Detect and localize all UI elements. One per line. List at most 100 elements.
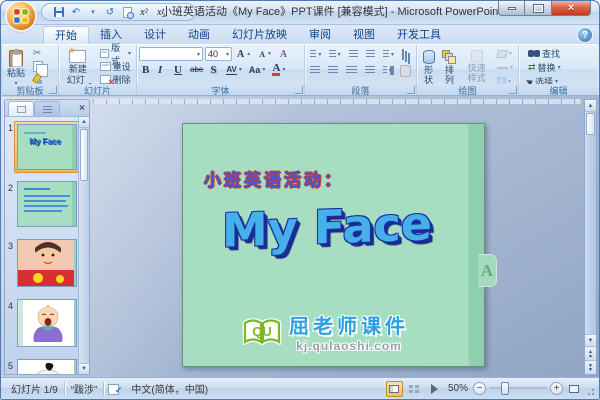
font-size-combo[interactable]: 40 ▾ (205, 47, 232, 61)
panel-scroll-down-button[interactable]: ▼ (79, 363, 89, 374)
panel-scrollbar[interactable]: ▲ ▼ (78, 117, 89, 374)
font-dialog-launcher[interactable] (295, 86, 303, 94)
font-color-button[interactable]: A ▾ (269, 62, 288, 76)
align-right-button[interactable] (343, 64, 359, 77)
crying-baby-thumbnail (18, 300, 76, 346)
clipboard-dialog-launcher[interactable] (49, 86, 57, 94)
zoom-out-button[interactable]: − (473, 382, 486, 395)
panel-scroll-thumb[interactable] (80, 129, 88, 181)
shrink-font-button[interactable]: A ▼ (256, 48, 275, 61)
minimize-button[interactable] (498, 1, 525, 16)
underline-button[interactable]: U (171, 63, 186, 76)
smartart-button[interactable] (397, 64, 414, 77)
panel-tabs: × (5, 100, 89, 117)
resize-grip[interactable] (585, 382, 595, 396)
panel-close-button[interactable]: × (79, 103, 85, 114)
superscript-button[interactable]: x² (136, 5, 152, 20)
restore-button[interactable] (525, 1, 551, 16)
thumbnail-row-5: 5 (5, 359, 78, 374)
language-indicator[interactable]: 中文(简体，中国) (125, 381, 214, 396)
editing-group-label: 编辑 (519, 84, 598, 96)
tab-home[interactable]: 开始 (43, 26, 89, 44)
bullets-button[interactable]: ▾ (307, 48, 324, 61)
tab-view[interactable]: 视图 (342, 26, 386, 44)
arrange-label: 排列 (444, 65, 454, 85)
print-preview-button[interactable] (119, 5, 135, 20)
spellcheck-icon[interactable] (108, 383, 122, 396)
strikethrough-button[interactable]: abe (187, 63, 206, 76)
scroll-thumb[interactable] (586, 113, 595, 135)
save-button[interactable] (51, 5, 67, 20)
previous-slide-button[interactable]: ▲ ▲ (585, 346, 596, 360)
font-name-combo[interactable]: ▾ (139, 47, 203, 61)
clear-formatting-button[interactable]: A (277, 48, 292, 61)
next-slide-button[interactable]: ▼ ▼ (585, 360, 596, 374)
tab-design[interactable]: 设计 (133, 26, 177, 44)
undo-button[interactable]: ↶ (68, 5, 84, 20)
normal-view-button[interactable] (385, 380, 403, 397)
slide-canvas[interactable]: A 小班英语活动： My Face QU 屈老师课件 kj.qulaoshi.c… (182, 123, 497, 367)
justify-button[interactable] (362, 64, 378, 77)
increase-indent-button[interactable] (363, 48, 378, 61)
fit-to-window-button[interactable] (566, 382, 582, 396)
close-button[interactable]: × (551, 1, 591, 16)
line-spacing-button[interactable]: ▾ (380, 48, 397, 61)
find-icon (528, 49, 540, 58)
slide-3-thumbnail[interactable] (17, 239, 77, 287)
theme-name[interactable]: “跋涉” (65, 381, 104, 396)
tab-developer[interactable]: 开发工具 (386, 26, 452, 44)
tab-outline[interactable] (34, 101, 60, 116)
redo-button[interactable]: ↺ (102, 5, 118, 20)
slide-subtitle[interactable]: 小班英语活动： (204, 166, 344, 191)
grow-font-button[interactable]: A ▲ (234, 48, 254, 61)
new-slide-icon (68, 46, 87, 63)
zoom-slider-track[interactable] (489, 382, 547, 395)
change-case-button[interactable]: Aa ▾ (246, 63, 269, 76)
slide-5-thumbnail[interactable] (17, 359, 77, 374)
slide-4-thumbnail[interactable] (17, 299, 77, 347)
zoom-level[interactable]: 50% (448, 383, 468, 394)
align-left-button[interactable] (307, 64, 323, 77)
undo-dropdown[interactable]: ▾ (85, 5, 101, 20)
shape-fill-button[interactable]: ▾ (494, 47, 516, 60)
align-center-button[interactable] (325, 64, 341, 77)
office-button[interactable] (7, 2, 35, 30)
reset-button[interactable]: 重设 (97, 60, 134, 73)
numbering-button[interactable]: ▾ (326, 48, 343, 61)
columns-button[interactable]: ▾ (380, 64, 395, 77)
text-shadow-button[interactable]: S (207, 63, 222, 76)
slide-2-thumbnail[interactable] (17, 181, 77, 227)
scroll-down-button[interactable]: ▼ (585, 334, 596, 346)
clear-formatting-icon: A (279, 48, 288, 60)
zoom-slider-thumb[interactable] (501, 382, 509, 395)
copy-button[interactable] (30, 60, 49, 77)
tab-review[interactable]: 审阅 (298, 26, 342, 44)
panel-scroll-up-button[interactable]: ▲ (79, 117, 89, 128)
shape-outline-button[interactable]: ▾ (494, 61, 516, 74)
tab-slideshow[interactable]: 幻灯片放映 (221, 26, 298, 44)
tab-slides-thumbnails[interactable] (8, 101, 34, 116)
cut-button[interactable]: ✂ (30, 47, 47, 60)
reset-icon (99, 62, 111, 71)
text-direction-icon (401, 49, 404, 60)
character-spacing-button[interactable]: AV ▾ (223, 63, 245, 76)
zoom-in-button[interactable]: + (550, 382, 563, 395)
decrease-indent-button[interactable] (346, 48, 361, 61)
slide-1-selection: My Face (14, 121, 78, 173)
slideshow-view-button[interactable] (426, 381, 443, 397)
layout-button[interactable]: 版式 ▾ (97, 43, 134, 66)
slide-sorter-view-button[interactable] (406, 381, 423, 397)
drawing-dialog-launcher[interactable] (509, 86, 517, 94)
tab-animations[interactable]: 动画 (177, 26, 221, 44)
scroll-up-button[interactable]: ▲ (585, 100, 596, 112)
slide-1-thumbnail[interactable]: My Face (17, 124, 77, 170)
vertical-scrollbar[interactable]: ▲ ▼ ▲ ▲ ▼ ▼ (584, 99, 597, 375)
replace-button[interactable]: ⇄ 替换 ▾ (525, 61, 596, 74)
paragraph-dialog-launcher[interactable] (407, 86, 415, 94)
italic-button[interactable]: I (155, 63, 170, 76)
bold-button[interactable]: B (139, 63, 154, 76)
help-button[interactable]: ? (578, 28, 592, 42)
text-direction-button[interactable] (399, 48, 414, 61)
slide-title-wordart[interactable]: My Face (201, 196, 453, 259)
find-button[interactable]: 查找 (525, 47, 596, 60)
